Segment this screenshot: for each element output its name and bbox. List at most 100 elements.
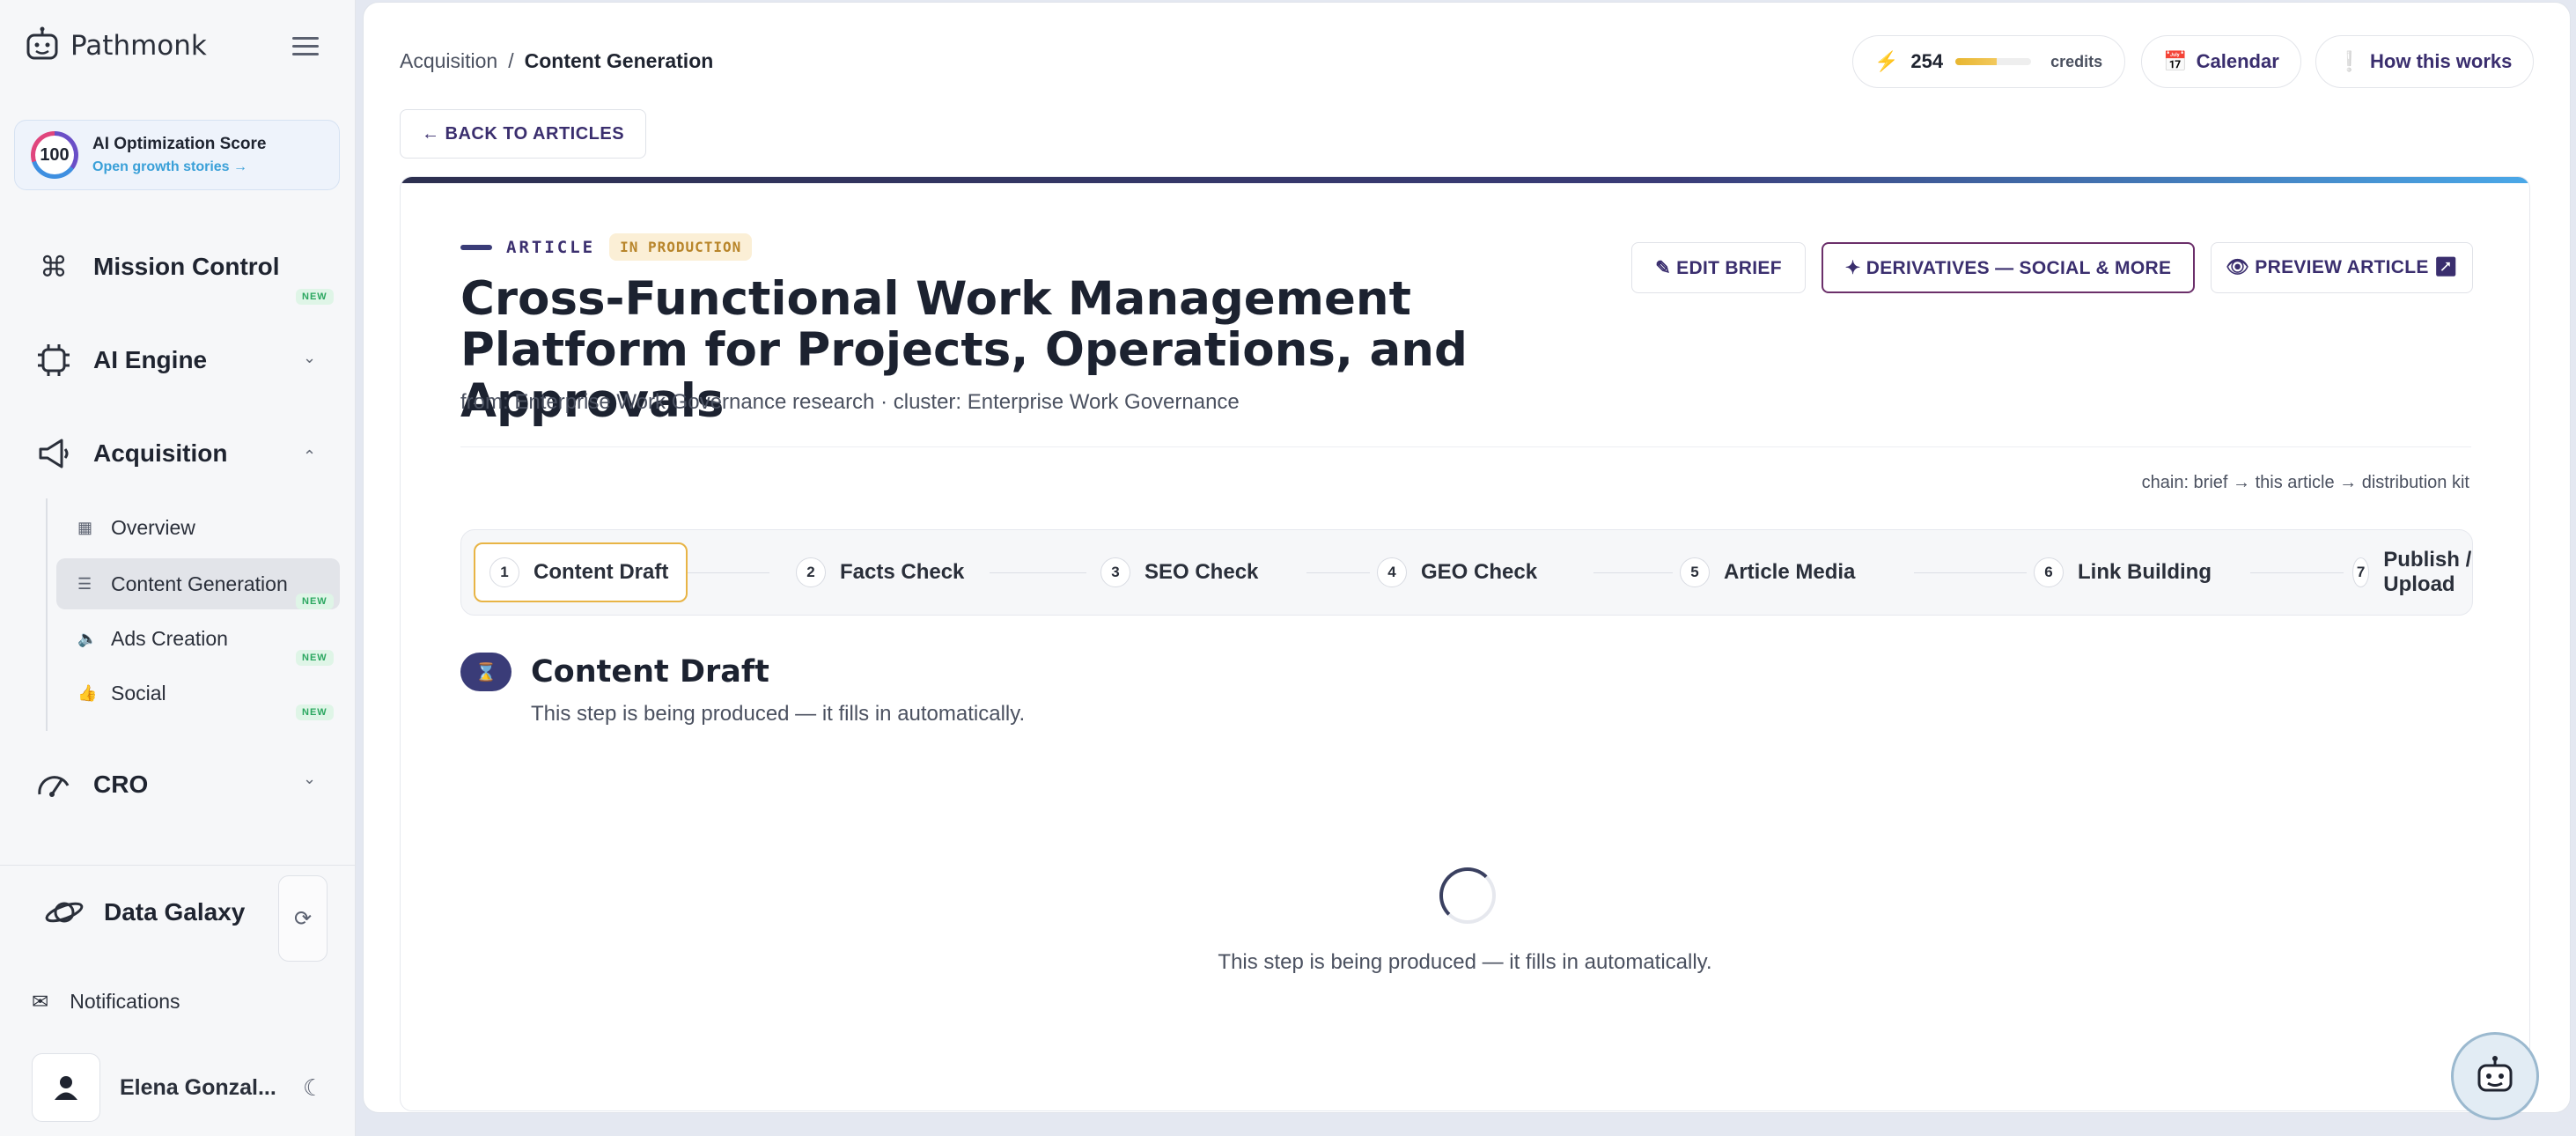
score-value: 100 bbox=[35, 136, 74, 174]
step-number: 5 bbox=[1680, 557, 1710, 587]
section-subtitle: This step is being produced — it fills i… bbox=[531, 702, 1026, 726]
speaker-icon: 🔈 bbox=[77, 629, 98, 647]
step-article-media[interactable]: 5 Article Media bbox=[1680, 542, 1855, 602]
hourglass-icon: ⌛ bbox=[460, 653, 512, 691]
article-kind-row: ARTICLE IN PRODUCTION bbox=[460, 233, 753, 261]
credits-progress-bar bbox=[1955, 58, 2032, 65]
derivatives-button[interactable]: ✦ DERIVATIVES — SOCIAL & MORE bbox=[1822, 242, 2195, 293]
planet-icon bbox=[45, 902, 84, 923]
brand-name: Pathmonk bbox=[70, 30, 207, 62]
nav-ai-engine[interactable]: AI Engine bbox=[35, 342, 207, 379]
chevron-down-icon[interactable]: ⌄ bbox=[303, 770, 316, 788]
calendar-button[interactable]: 📅 Calendar bbox=[2141, 35, 2301, 88]
sidebar-item-label: Content Generation bbox=[111, 572, 288, 595]
card-accent-bar bbox=[401, 177, 2529, 183]
calendar-label: Calendar bbox=[2196, 50, 2279, 72]
step-geo-check[interactable]: 4 GEO Check bbox=[1377, 542, 1537, 602]
section-title: Content Draft bbox=[531, 654, 769, 690]
step-label: SEO Check bbox=[1144, 560, 1259, 584]
brand-logo[interactable]: Pathmonk bbox=[25, 26, 207, 65]
sidebar-item-label: Overview bbox=[111, 515, 195, 539]
megaphone-icon bbox=[35, 435, 72, 472]
nav-label: AI Engine bbox=[93, 346, 208, 373]
step-label: Article Media bbox=[1724, 560, 1856, 584]
dark-mode-moon-icon[interactable]: ☾ bbox=[303, 1074, 323, 1102]
dashboard-icon: ▦ bbox=[77, 518, 93, 536]
nav-label: Data Galaxy bbox=[104, 898, 246, 926]
article-source: from: Enterprise Work Governance researc… bbox=[460, 390, 1240, 414]
credits-pill[interactable]: ⚡ 254 credits bbox=[1852, 35, 2125, 88]
thumbs-up-icon: 👍 bbox=[77, 683, 98, 702]
lightning-icon: ⚡ bbox=[1874, 50, 1899, 72]
step-number: 2 bbox=[796, 557, 826, 587]
nav-label: Acquisition bbox=[93, 439, 228, 467]
workflow-stepper: 1 Content Draft 2 Facts Check 3 SEO Chec… bbox=[460, 529, 2473, 616]
nav-label: Notifications bbox=[70, 990, 180, 1013]
edit-brief-button[interactable]: ✎ EDIT BRIEF bbox=[1631, 242, 1806, 293]
nav-notifications[interactable]: ✉ Notifications bbox=[32, 990, 180, 1014]
breadcrumb-current: Content Generation bbox=[524, 49, 714, 72]
refresh-icon[interactable]: ⟳ bbox=[278, 875, 328, 962]
credits-progress-fill bbox=[1955, 58, 1998, 65]
step-connector bbox=[1593, 572, 1673, 573]
article-kind: ARTICLE bbox=[506, 237, 596, 257]
how-this-works-button[interactable]: ❕ How this works bbox=[2315, 35, 2534, 88]
new-badge: NEW bbox=[296, 594, 334, 609]
step-connector bbox=[687, 572, 769, 573]
step-number: 7 bbox=[2352, 557, 2370, 587]
avatar bbox=[32, 1053, 100, 1122]
nav-data-galaxy[interactable]: Data Galaxy bbox=[44, 895, 245, 930]
user-icon bbox=[55, 1076, 77, 1100]
chain-text: chain: brief → this article → distributi… bbox=[2141, 473, 2469, 492]
step-label: Link Building bbox=[2078, 560, 2212, 584]
nav-label: Mission Control bbox=[93, 253, 280, 280]
step-label: Facts Check bbox=[840, 560, 965, 584]
new-badge: NEW bbox=[296, 289, 334, 305]
nav-acquisition[interactable]: Acquisition bbox=[35, 435, 227, 472]
loading-spinner bbox=[1439, 867, 1496, 924]
chevron-up-icon[interactable]: ⌃ bbox=[303, 447, 316, 466]
step-facts-check[interactable]: 2 Facts Check bbox=[796, 542, 964, 602]
step-number: 3 bbox=[1100, 557, 1130, 587]
preview-article-button[interactable]: 👁 PREVIEW ARTICLE ↗ bbox=[2211, 242, 2473, 293]
card-divider bbox=[460, 446, 2471, 447]
step-connector bbox=[990, 572, 1086, 573]
section-header: ⌛ Content Draft bbox=[460, 653, 769, 691]
breadcrumb-acquisition[interactable]: Acquisition bbox=[400, 49, 497, 73]
sidebar: Pathmonk 100 AI Optimization Score Open … bbox=[0, 0, 356, 1136]
ai-score-card[interactable]: 100 AI Optimization Score Open growth st… bbox=[14, 120, 340, 190]
growth-stories-link[interactable]: Open growth stories → bbox=[92, 159, 266, 175]
step-content-draft[interactable]: 1 Content Draft bbox=[474, 542, 688, 602]
step-connector bbox=[1306, 572, 1370, 573]
credits-value: 254 bbox=[1910, 50, 1944, 72]
robot-icon bbox=[2477, 1056, 2513, 1092]
new-badge: NEW bbox=[296, 650, 334, 666]
step-connector bbox=[1914, 572, 2027, 573]
submenu-rail bbox=[46, 498, 48, 731]
sidebar-item-label: Ads Creation bbox=[111, 626, 228, 650]
credits-label: credits bbox=[2050, 52, 2103, 70]
step-number: 4 bbox=[1377, 557, 1407, 587]
new-badge: NEW bbox=[296, 704, 334, 720]
step-link-building[interactable]: 6 Link Building bbox=[2034, 542, 2212, 602]
nav-cro[interactable]: CRO bbox=[35, 766, 148, 803]
user-profile[interactable]: Elena Gonzal... bbox=[32, 1053, 276, 1122]
back-to-articles-button[interactable]: ← BACK TO ARTICLES bbox=[400, 109, 646, 159]
step-publish-upload[interactable]: 7 Publish / Upload bbox=[2352, 542, 2473, 602]
hamburger-menu-icon[interactable] bbox=[292, 37, 319, 63]
calendar-icon: 📅 bbox=[2163, 50, 2188, 72]
breadcrumb: Acquisition / Content Generation bbox=[400, 49, 713, 73]
nav-mission-control[interactable]: ⌘ Mission Control bbox=[35, 248, 280, 285]
sidebar-item-overview[interactable]: ▦ Overview bbox=[56, 502, 340, 553]
how-this-works-label: How this works bbox=[2370, 50, 2513, 72]
step-seo-check[interactable]: 3 SEO Check bbox=[1100, 542, 1258, 602]
envelope-icon: ✉ bbox=[32, 990, 49, 1013]
step-number: 1 bbox=[489, 557, 519, 587]
breadcrumb-separator: / bbox=[508, 49, 514, 72]
assistant-bot-button[interactable] bbox=[2451, 1032, 2539, 1120]
chevron-down-icon[interactable]: ⌄ bbox=[303, 349, 316, 367]
step-connector bbox=[2250, 572, 2344, 573]
loading-text: This step is being produced — it fills i… bbox=[1218, 950, 1712, 974]
sidebar-item-label: Social bbox=[111, 681, 166, 704]
step-number: 6 bbox=[2034, 557, 2064, 587]
